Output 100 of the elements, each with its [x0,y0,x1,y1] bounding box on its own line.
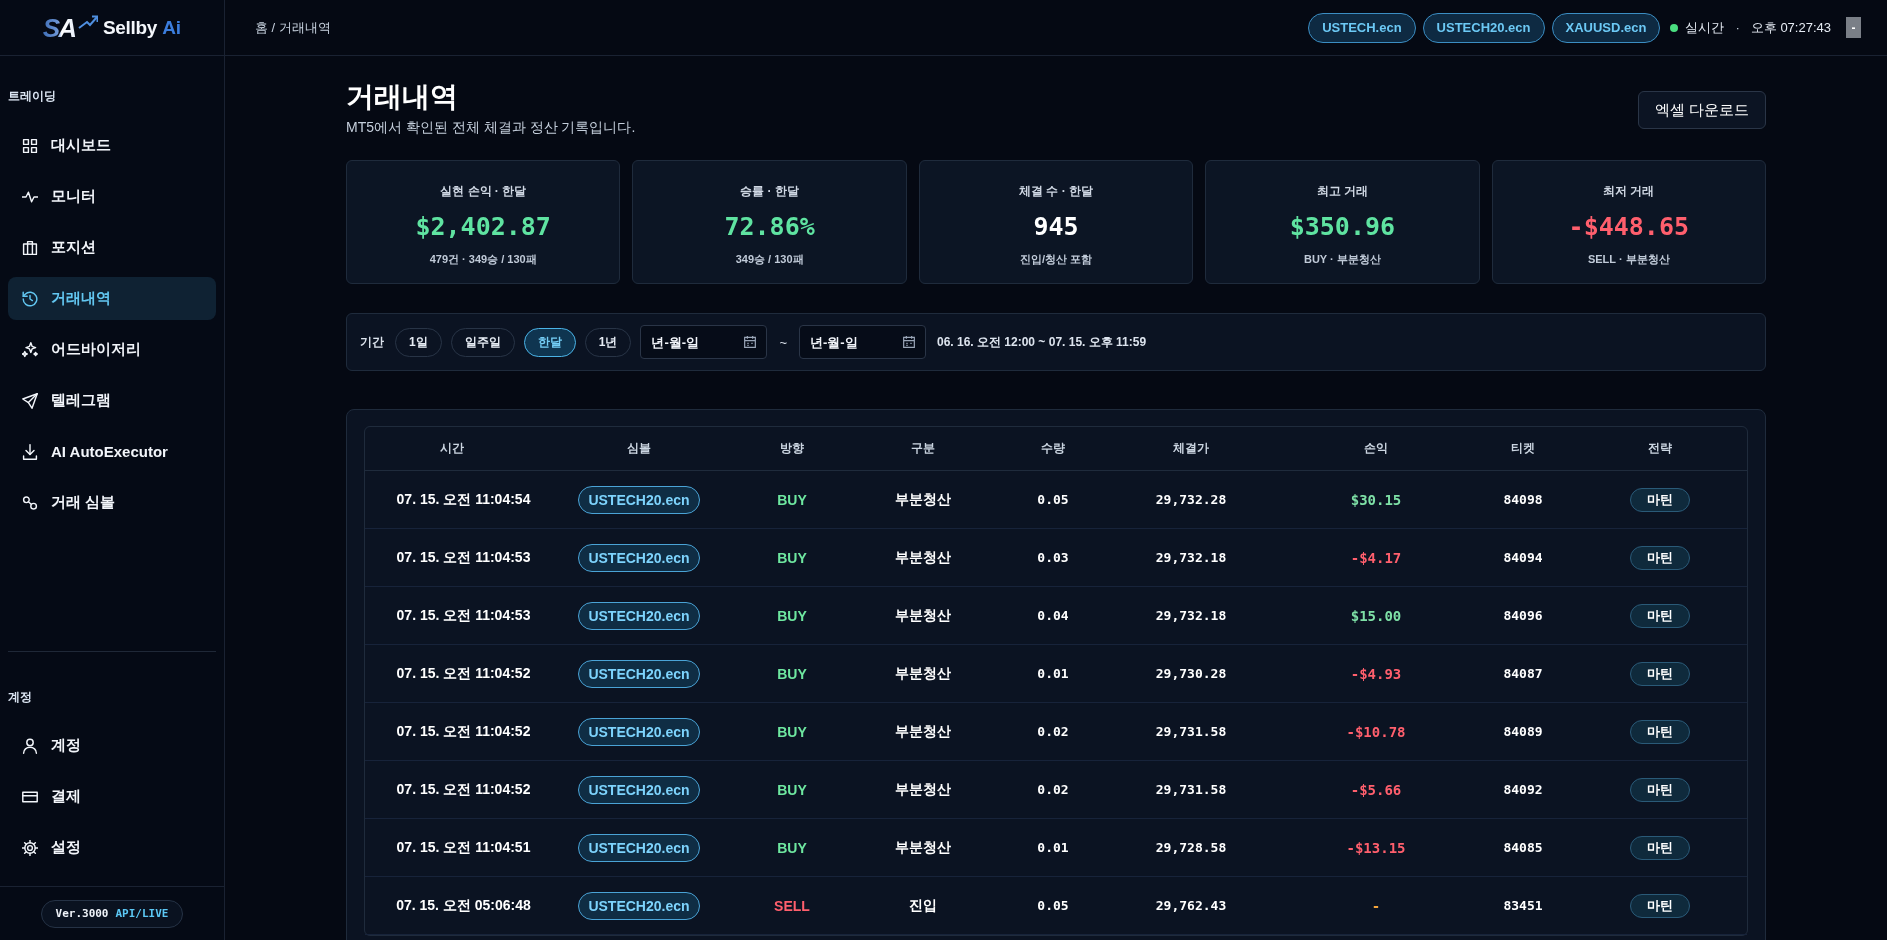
sparkles-icon [22,341,38,358]
symbol-tag: USTECH20.ecn [578,775,700,804]
calendar-icon[interactable] [902,336,915,348]
minus-button[interactable]: - [1846,17,1861,38]
sidebar-item[interactable]: 결제 [8,775,216,818]
trade-time: 07. 15. 오전 05:06:48 [395,896,531,915]
sidebar-item[interactable]: 모니터 [8,175,216,218]
ticket-number: 84085 [1503,840,1543,855]
ticket-number: 83451 [1503,898,1543,913]
strategy-tag: 마틴 [1629,603,1690,628]
pnl-value: $30.15 [1350,491,1402,508]
sidebar-item[interactable]: 거래 심볼 [8,481,216,524]
sidebar-item[interactable]: 텔레그램 [8,379,216,422]
column-header: 손익 [1363,440,1389,457]
column-header: 심볼 [626,440,652,457]
grid-icon [22,137,38,154]
pnl-value: -$4.17 [1350,549,1402,566]
trade-time: 07. 15. 오전 11:04:52 [395,780,531,799]
trade-time: 07. 15. 오전 11:04:51 [395,838,531,857]
brand-name: Sellby [102,16,158,39]
stat-caption: 479건 · 349승 / 130패 [429,252,537,266]
stat-label: 승률 · 한달 [740,184,799,199]
pnl-value: -$10.78 [1346,723,1406,740]
symbol-chip[interactable]: USTECH20.ecn [1422,12,1545,43]
separator-dot: · [1735,20,1740,35]
sidebar-item[interactable]: 거래내역 [8,277,216,320]
ticket-number: 84089 [1503,724,1543,739]
sidebar-item[interactable]: 포지션 [8,226,216,269]
direction-label: BUY [777,491,807,508]
column-header: 방향 [779,440,805,457]
stat-caption: SELL · 부분청산 [1587,252,1670,266]
ticket-number: 84094 [1503,550,1543,565]
trade-type: 부분청산 [895,606,951,625]
status-label: 실시간 [1685,18,1725,37]
sidebar-item[interactable]: 대시보드 [8,124,216,167]
direction-label: BUY [777,665,807,682]
strategy-tag: 마틴 [1629,487,1690,512]
price-value: 29,731.58 [1155,782,1227,797]
history-icon [22,290,38,307]
briefcase-icon [22,239,38,256]
trade-type: 부분청산 [895,838,951,857]
quantity-value: 0.05 [1037,492,1069,507]
pnl-value: -$5.66 [1350,781,1402,798]
column-header: 구분 [910,440,936,457]
stat-label: 최고 거래 [1316,184,1369,199]
trade-type: 진입 [909,896,937,915]
symbol-tag: USTECH20.ecn [578,543,700,572]
section-label: 트레이딩 [8,88,57,104]
calendar-icon[interactable] [744,336,757,348]
download-icon [22,443,38,460]
strategy-tag: 마틴 [1629,545,1690,570]
sidebar-item[interactable]: AI AutoExecutor [8,430,216,473]
strategy-tag: 마틴 [1629,893,1690,918]
column-header: 티켓 [1510,440,1536,457]
price-value: 29,728.58 [1155,840,1227,855]
pnl-value: -$4.93 [1350,665,1402,682]
direction-label: SELL [774,897,810,914]
period-chip[interactable]: 한달 [523,327,576,357]
trade-time: 07. 15. 오전 11:04:53 [395,548,531,567]
trade-type: 부분청산 [895,664,951,683]
trade-time: 07. 15. 오전 11:04:52 [395,722,531,741]
direction-label: BUY [777,839,807,856]
sidebar-item[interactable]: 어드바이저리 [8,328,216,371]
price-value: 29,732.18 [1155,608,1227,623]
trade-type: 부분청산 [895,548,951,567]
quantity-value: 0.01 [1037,666,1069,681]
breadcrumb: 홈 / 거래내역 [255,18,331,37]
strategy-tag: 마틴 [1629,835,1690,860]
sidebar-item[interactable]: 설정 [8,826,216,869]
date-input-field[interactable]: 년-월-일 [640,325,768,359]
price-value: 29,730.28 [1155,666,1227,681]
trade-time: 07. 15. 오전 11:04:53 [395,606,531,625]
stat-caption: 349승 / 130패 [735,252,804,266]
column-header: 체결가 [1172,440,1210,457]
ticket-number: 84096 [1503,608,1543,623]
symbol-chip[interactable]: USTECH.ecn [1308,12,1416,43]
pnl-value: $15.00 [1350,607,1402,624]
sidebar-item[interactable]: 계정 [8,724,216,767]
stat-label: 최저 거래 [1603,184,1655,199]
symbol-chip[interactable]: XAUUSD.ecn [1551,12,1661,43]
date-input-field[interactable]: 년-월-일 [798,325,926,359]
trade-type: 부분청산 [895,490,951,509]
stat-label: 실현 손익 · 한달 [440,184,527,199]
symbol-tag: USTECH20.ecn [578,891,700,920]
stat-caption: BUY · 부분청산 [1304,252,1381,266]
column-header: 시간 [438,440,465,457]
pnl-value: -$13.15 [1346,839,1406,856]
excel-download-button[interactable]: 엑셀 다운로드 [1637,91,1766,129]
section-label: 계정 [8,689,33,705]
stat-value: 72.86% [724,212,815,242]
quantity-value: 0.02 [1037,782,1069,797]
price-value: 29,732.18 [1155,550,1227,565]
column-header: 전략 [1646,440,1673,457]
ticket-number: 84092 [1503,782,1543,797]
symbol-tag: USTECH20.ecn [578,833,700,862]
stat-value: -$448.65 [1568,212,1689,242]
range-separator: ~ [779,334,787,350]
direction-label: BUY [777,781,807,798]
trend-arrow-icon [77,15,98,29]
ticket-number: 84087 [1503,666,1543,681]
